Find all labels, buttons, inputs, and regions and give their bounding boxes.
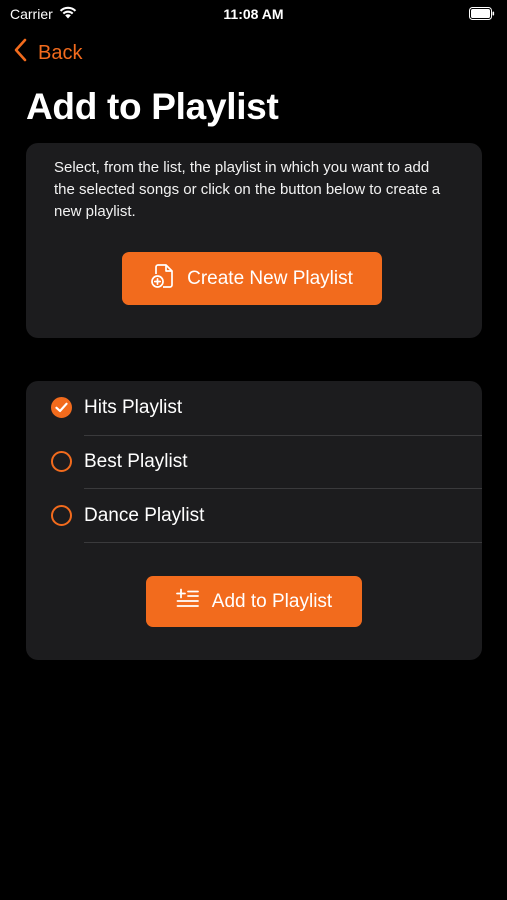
checkmark-circle-icon[interactable] (51, 397, 72, 418)
add-to-playlist-screen: Carrier 11:08 AM Back Add to Playlist Se… (0, 0, 507, 900)
playlist-row-best[interactable]: Best Playlist (26, 435, 482, 488)
chevron-left-icon (14, 38, 28, 68)
status-time: 11:08 AM (223, 6, 284, 22)
playlist-row-dance[interactable]: Dance Playlist (26, 489, 482, 542)
playlist-row-hits[interactable]: Hits Playlist (26, 381, 482, 434)
playlist-label: Best Playlist (84, 451, 188, 472)
create-new-playlist-button[interactable]: Create New Playlist (122, 252, 382, 305)
playlist-label: Dance Playlist (84, 505, 205, 526)
battery-icon (469, 7, 495, 23)
status-bar: Carrier 11:08 AM (0, 0, 507, 28)
empty-circle-icon[interactable] (51, 451, 72, 472)
playlist-list-card: Hits Playlist Best Playlist Dance Playli… (26, 381, 482, 660)
intro-card: Select, from the list, the playlist in w… (26, 143, 482, 338)
empty-circle-icon[interactable] (51, 505, 72, 526)
add-to-list-icon (175, 588, 200, 616)
add-to-playlist-button[interactable]: Add to Playlist (146, 576, 362, 627)
create-button-label: Create New Playlist (187, 267, 353, 289)
back-button[interactable]: Back (14, 38, 82, 68)
page-title: Add to Playlist (26, 86, 279, 127)
new-document-icon (151, 263, 175, 295)
add-button-label: Add to Playlist (211, 590, 333, 612)
intro-text: Select, from the list, the playlist in w… (54, 159, 441, 220)
divider (84, 542, 482, 543)
back-label: Back (38, 41, 83, 64)
playlist-label: Hits Playlist (84, 397, 183, 418)
